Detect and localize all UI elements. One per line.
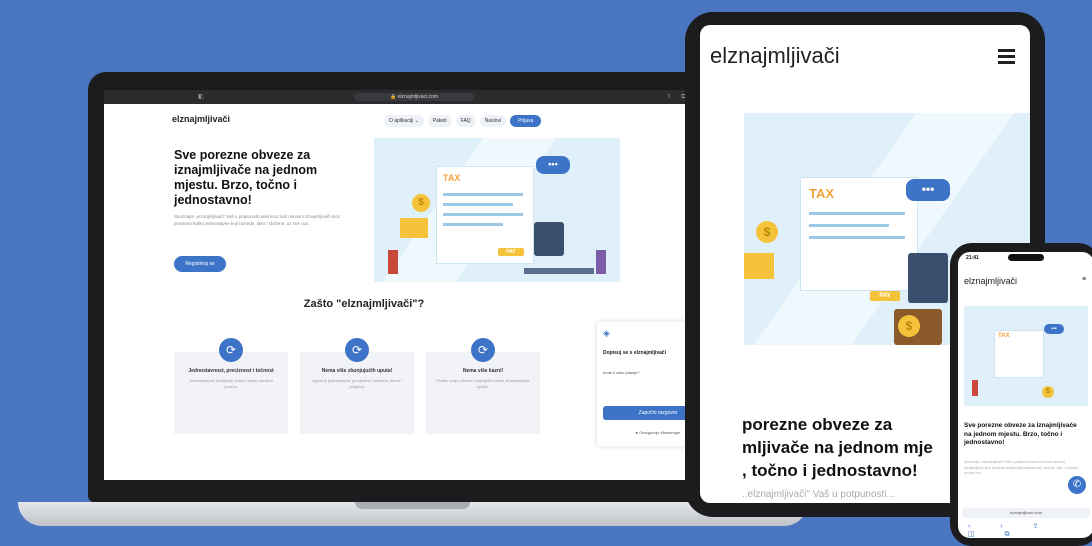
- chat-footer-text: Omogućuje Messenger: [639, 430, 681, 435]
- tax-document: TAX: [800, 177, 918, 291]
- tablet-subline: ..elznajmljivači" Vaš u potpunosti...: [742, 489, 895, 500]
- feature-title: Nema više zbunjujućih uputa!: [321, 368, 393, 374]
- tax-label: TAX: [443, 173, 461, 183]
- feature-text: Uputa je jednostavna, provjereno i slože…: [312, 378, 402, 389]
- feature-title: Nema više kazni!: [462, 368, 504, 374]
- tablet-heading-line: mljivače na jednom mje: [742, 438, 933, 457]
- chat-title: Dopisuj se s elznajmljivači: [603, 350, 667, 356]
- person-figure: [972, 380, 978, 396]
- nav-faq[interactable]: FAQ: [455, 115, 476, 127]
- refresh-icon: ⟳: [471, 338, 495, 362]
- browser-toolbar: ◧ 🔒 elznajmljivaci.com ⇪ ⧉ + ▦: [104, 90, 726, 104]
- chat-logo-icon: ◈: [603, 328, 610, 338]
- site-nav: O aplikaciji ⌄ Paketi FAQ Naslovi Prijav…: [384, 115, 542, 127]
- feature-card: ⟳ Nema više kazni! Pratite svoje obveze …: [426, 338, 540, 434]
- desk-bar: [524, 268, 594, 274]
- tax-label: TAX: [809, 186, 835, 201]
- phone-browser-nav-icons[interactable]: ‹ › ⇪ ◫ ⧉: [968, 522, 1084, 538]
- calculator-icon: [534, 222, 564, 256]
- why-title: Zašto "elznajmljivači"?: [303, 298, 425, 310]
- chat-bubble-icon: •••: [536, 156, 570, 174]
- nav-naslovi[interactable]: Naslovi: [479, 115, 507, 127]
- doc-line: [809, 224, 889, 227]
- calculator-icon: [908, 253, 948, 303]
- laptop-notch: [355, 502, 470, 509]
- sidebar-toggle-icon[interactable]: ◧: [198, 93, 204, 100]
- hero-illustration: TAX ••• $ PAY: [374, 138, 620, 282]
- chat-bubble-icon: •••: [1044, 324, 1064, 334]
- phone-menu-icon[interactable]: ≡: [1082, 276, 1086, 283]
- tax-document: TAX: [994, 330, 1044, 378]
- chat-question: Imaš li neko pitanje?: [603, 370, 640, 375]
- messenger-fab-icon[interactable]: ✆: [1068, 476, 1086, 494]
- doc-line: [443, 193, 523, 196]
- doc-line: [443, 203, 513, 206]
- laptop-screen: ◧ 🔒 elznajmljivaci.com ⇪ ⧉ + ▦ elznajmlj…: [104, 90, 726, 480]
- envelope-icon: [744, 253, 774, 279]
- dollar-coin-icon: $: [412, 194, 430, 212]
- person-figure: [596, 250, 606, 274]
- register-button[interactable]: Registriraj se: [174, 256, 226, 272]
- lock-icon: 🔒: [390, 94, 397, 100]
- login-button[interactable]: Prijava: [510, 115, 542, 127]
- chat-bubble-icon: •••: [906, 179, 950, 201]
- doc-line: [809, 212, 905, 215]
- feature-text: Pratite svoje obveze i izbjegnite kazne …: [436, 378, 530, 389]
- hero-description: Spoznajte „eIznajmljivači“ Vaš u potpuno…: [174, 214, 340, 226]
- phone-time: 21:41: [966, 255, 979, 261]
- feature-text: Jednostavnost korištenja, točan i točan …: [188, 378, 274, 389]
- phone-address-bar[interactable]: elznajmljivaci.com: [962, 508, 1090, 518]
- feature-card: ⟳ Jednostavnost, preciznost i točnost Je…: [174, 338, 288, 434]
- doc-line: [443, 223, 503, 226]
- refresh-icon: ⟳: [219, 338, 243, 362]
- phone-logo[interactable]: elznajmljivači: [964, 276, 1017, 286]
- doc-line: [809, 236, 905, 239]
- tablet-logo[interactable]: elznajmljivači: [710, 43, 840, 69]
- address-bar[interactable]: 🔒 elznajmljivaci.com: [354, 93, 474, 101]
- phone-hero-desc: Spoznajte „eIznajmljivači“ Vaš u potpuno…: [964, 460, 1079, 475]
- phone-notch: [1008, 254, 1044, 261]
- address-text: elznajmljivaci.com: [397, 94, 438, 100]
- feature-title: Jednostavnost, preciznost i točnost: [188, 368, 274, 374]
- dollar-coin-icon: $: [1042, 386, 1054, 398]
- person-figure: [388, 250, 398, 274]
- tablet-heading-line: porezne obveze za: [742, 415, 893, 434]
- envelope-icon: [400, 218, 428, 238]
- messenger-icon: ●: [635, 430, 638, 435]
- site-logo[interactable]: elznajmljivači: [172, 114, 230, 124]
- tax-label: TAX: [998, 333, 1010, 339]
- nav-o-aplikaciji[interactable]: O aplikaciji ⌄: [384, 115, 424, 127]
- hamburger-menu-icon[interactable]: [998, 49, 1015, 67]
- pay-label: PAY: [498, 248, 524, 256]
- doc-line: [443, 213, 523, 216]
- pay-label: PAY: [870, 291, 900, 301]
- dollar-coin-icon: $: [898, 315, 920, 337]
- phone-screen: 21:41 elznajmljivači ≡ TAX ••• $ Sve por…: [958, 252, 1092, 538]
- phone-address-text: elznajmljivaci.com: [1009, 510, 1043, 515]
- tablet-heading-line: , točno i jednostavno!: [742, 461, 918, 480]
- hero-title: Sve porezne obveze za iznajmljivače na j…: [174, 148, 318, 207]
- nav-paketi[interactable]: Paketi: [427, 115, 452, 127]
- dollar-coin-icon: $: [756, 221, 778, 243]
- phone-hero-title: Sve porezne obveze za iznajmljivače na j…: [964, 422, 1077, 446]
- refresh-icon: ⟳: [345, 338, 369, 362]
- feature-card: ⟳ Nema više zbunjujućih uputa! Uputa je …: [300, 338, 414, 434]
- phone-illustration: TAX ••• $: [964, 306, 1088, 406]
